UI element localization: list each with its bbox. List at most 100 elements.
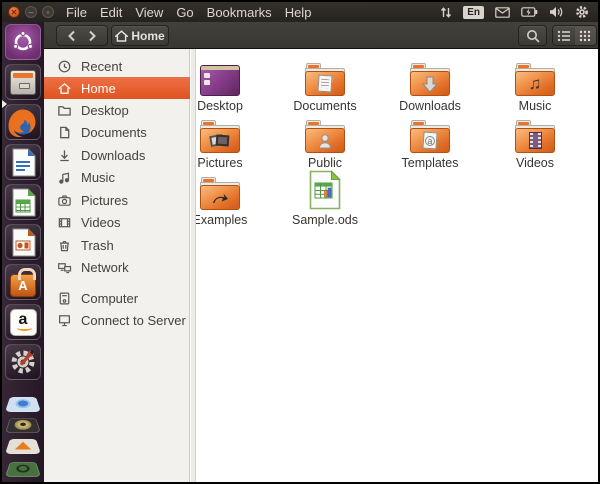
amazon-icon[interactable]: a xyxy=(5,304,41,340)
public-folder-icon xyxy=(305,120,345,153)
stacked-app-icon-recorder[interactable] xyxy=(5,462,41,477)
network-icon xyxy=(58,262,72,273)
file-item-videos[interactable]: Videos xyxy=(485,113,585,170)
videos-folder-icon xyxy=(515,120,555,153)
keyboard-layout-indicator[interactable]: En xyxy=(463,5,484,19)
menu-view[interactable]: View xyxy=(135,5,163,20)
sidebar-scrollbar[interactable] xyxy=(191,49,196,482)
music-folder-icon: ♫ xyxy=(515,63,555,96)
file-label: Downloads xyxy=(399,99,461,113)
system-settings-icon[interactable] xyxy=(5,344,41,380)
folder-icon xyxy=(58,105,71,116)
stacked-app-icon-vlc[interactable] xyxy=(5,439,41,454)
ubuntu-dash-icon[interactable] xyxy=(5,24,41,60)
trash-icon xyxy=(60,240,69,251)
spreadsheet-file-icon xyxy=(309,170,341,210)
location-home-button[interactable]: Home xyxy=(111,25,169,46)
sidebar-label: Computer xyxy=(81,290,139,306)
libreoffice-impress-icon[interactable] xyxy=(5,224,41,260)
camera-icon xyxy=(58,194,71,206)
documents-folder-icon xyxy=(305,63,345,96)
music-emblem-icon: ♫ xyxy=(528,74,542,93)
desktop-folder-icon xyxy=(200,65,240,96)
sidebar-label: Connect to Server xyxy=(81,312,186,328)
sidebar-item-videos[interactable]: Videos xyxy=(44,211,190,233)
places-sidebar: Recent Home Desktop Documents Downloads xyxy=(44,49,190,482)
sidebar-item-home[interactable]: Home xyxy=(44,77,190,99)
sidebar-item-network[interactable]: Network xyxy=(44,256,190,278)
desktop-screen: ✕ – ▫ File Edit View Go Bookmarks Help E… xyxy=(0,0,600,484)
amazon-smile-arrow xyxy=(16,325,32,331)
system-tray: En xyxy=(440,5,589,19)
menu-go[interactable]: Go xyxy=(176,5,193,20)
file-item-documents[interactable]: Documents xyxy=(275,56,375,113)
document-emblem-icon xyxy=(317,74,333,93)
list-view-icon xyxy=(558,30,571,41)
sidebar-label: Recent xyxy=(81,58,123,74)
clock-icon xyxy=(58,60,71,72)
maximize-button[interactable]: ▫ xyxy=(42,6,54,18)
sidebar-item-recent[interactable]: Recent xyxy=(44,55,190,77)
list-view-button[interactable] xyxy=(553,26,575,45)
history-nav-group xyxy=(56,25,108,46)
sidebar-item-music[interactable]: Music xyxy=(44,166,190,188)
search-button[interactable] xyxy=(518,25,547,46)
location-label: Home xyxy=(131,28,165,43)
session-gear-icon[interactable] xyxy=(575,5,589,19)
battery-icon[interactable] xyxy=(521,7,538,17)
template-emblem-icon: a xyxy=(422,131,438,150)
volume-icon[interactable] xyxy=(549,6,564,18)
sidebar-item-downloads[interactable]: Downloads xyxy=(44,144,190,166)
search-icon xyxy=(526,29,540,43)
server-icon xyxy=(59,314,70,326)
menu-edit[interactable]: Edit xyxy=(100,5,122,20)
messages-icon[interactable] xyxy=(495,6,510,18)
file-item-sample-ods[interactable]: Sample.ods xyxy=(275,170,375,227)
forward-button[interactable] xyxy=(82,30,103,42)
firefox-icon[interactable] xyxy=(5,104,41,140)
menu-help[interactable]: Help xyxy=(285,5,312,20)
stacked-app-icon-blue[interactable] xyxy=(5,397,41,412)
home-icon xyxy=(115,29,129,42)
home-icon xyxy=(58,82,71,94)
grid-view-button[interactable] xyxy=(574,26,596,45)
file-item-downloads[interactable]: Downloads xyxy=(380,56,480,113)
libreoffice-calc-icon[interactable] xyxy=(5,184,41,220)
files-app-icon[interactable] xyxy=(5,64,41,100)
stacked-app-icon-disc[interactable] xyxy=(5,418,41,433)
file-label: Sample.ods xyxy=(291,213,358,227)
sidebar-item-documents[interactable]: Documents xyxy=(44,121,190,143)
sidebar-label: Downloads xyxy=(81,147,146,163)
network-sync-icon[interactable] xyxy=(440,6,452,19)
unity-launcher: A a xyxy=(2,22,44,482)
menu-file[interactable]: File xyxy=(66,5,87,20)
file-item-music[interactable]: ♫ Music xyxy=(485,56,585,113)
download-icon xyxy=(60,149,69,161)
templates-folder-icon: a xyxy=(410,120,450,153)
shortcut-emblem-icon xyxy=(213,193,228,203)
menu-items: File Edit View Go Bookmarks Help xyxy=(66,5,311,20)
sidebar-item-desktop[interactable]: Desktop xyxy=(44,99,190,121)
file-item-templates[interactable]: a Templates xyxy=(380,113,480,170)
software-center-icon[interactable]: A xyxy=(5,264,41,300)
video-icon xyxy=(58,217,71,227)
minimize-button[interactable]: – xyxy=(25,6,37,18)
sidebar-label: Desktop xyxy=(81,102,129,118)
file-label: Templates xyxy=(401,156,459,170)
grid-view-icon xyxy=(580,30,591,41)
file-label: Pictures xyxy=(197,156,243,170)
file-label: Music xyxy=(518,99,552,113)
sidebar-item-pictures[interactable]: Pictures xyxy=(44,189,190,211)
sidebar-item-computer[interactable]: Computer xyxy=(44,287,190,309)
sidebar-item-connect-to-server[interactable]: Connect to Server xyxy=(44,309,190,331)
nautilus-toolbar: Home xyxy=(44,22,598,49)
file-label: Examples xyxy=(192,213,248,227)
sidebar-item-trash[interactable]: Trash xyxy=(44,234,190,256)
menu-bookmarks[interactable]: Bookmarks xyxy=(207,5,272,20)
file-item-public[interactable]: Public xyxy=(275,113,375,170)
back-button[interactable] xyxy=(61,30,82,42)
downloads-folder-icon xyxy=(410,63,450,96)
person-emblem-icon xyxy=(318,133,332,148)
libreoffice-writer-icon[interactable] xyxy=(5,144,41,180)
close-button[interactable]: ✕ xyxy=(8,6,20,18)
